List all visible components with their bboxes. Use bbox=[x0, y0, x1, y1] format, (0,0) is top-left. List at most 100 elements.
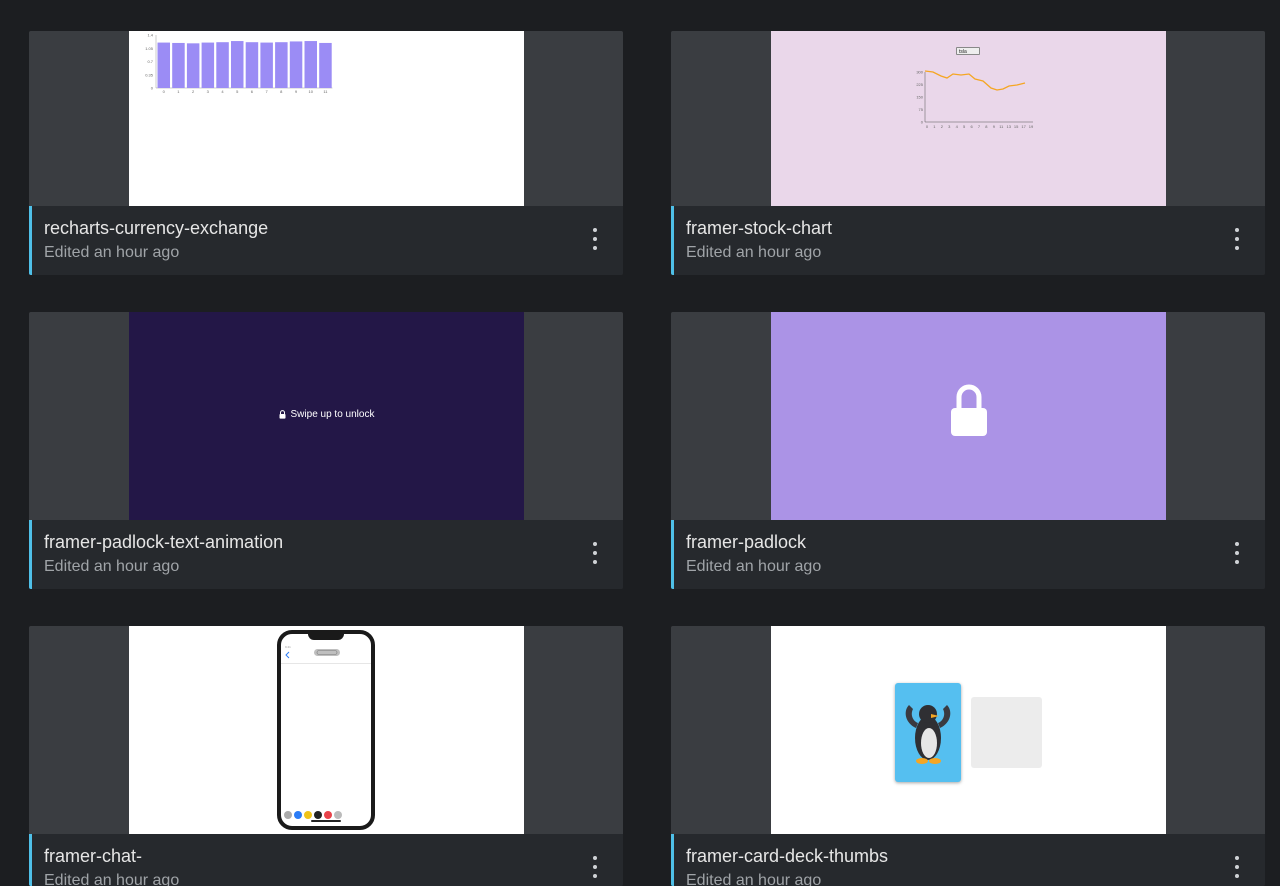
project-card[interactable]: framer-padlock Edited an hour ago bbox=[671, 312, 1265, 589]
x-tick-label: 2 bbox=[192, 89, 195, 94]
y-tick-label: 0 bbox=[921, 120, 924, 125]
swipe-text: Swipe up to unlock bbox=[290, 409, 375, 420]
selection-accent bbox=[671, 834, 674, 886]
x-tick-label: 7 bbox=[978, 124, 981, 129]
project-title[interactable]: recharts-currency-exchange bbox=[44, 218, 268, 239]
x-tick-label: 10 bbox=[308, 89, 313, 94]
project-footer[interactable]: recharts-currency-exchange Edited an hou… bbox=[29, 206, 623, 275]
lock-icon bbox=[279, 409, 286, 419]
y-tick-label: 1.4 bbox=[147, 33, 153, 38]
selection-accent bbox=[29, 834, 32, 886]
project-edited-time: Edited an hour ago bbox=[686, 558, 822, 575]
x-tick-label: 9 bbox=[295, 89, 298, 94]
project-card[interactable]: framer-card-deck-thumbs Edited an hour a… bbox=[671, 626, 1265, 886]
bar bbox=[201, 42, 215, 88]
project-title[interactable]: framer-padlock bbox=[686, 532, 806, 553]
penguin-illustration bbox=[905, 705, 951, 764]
project-thumbnail[interactable]: 9:41 bbox=[29, 626, 623, 834]
padlock-preview bbox=[771, 312, 1166, 520]
x-tick-label: 3 bbox=[207, 89, 210, 94]
more-vertical-icon[interactable] bbox=[585, 228, 605, 254]
card-deck-preview bbox=[771, 626, 1166, 834]
selection-accent bbox=[29, 520, 32, 589]
app-dock bbox=[284, 806, 368, 819]
x-tick-label: 4 bbox=[956, 124, 959, 129]
y-tick-label: 75 bbox=[919, 107, 924, 112]
price-line bbox=[924, 70, 1026, 91]
project-edited-time: Edited an hour ago bbox=[44, 558, 180, 575]
lock-icon bbox=[951, 384, 987, 436]
project-footer[interactable]: framer-padlock-text-animation Edited an … bbox=[29, 520, 623, 589]
project-card[interactable]: 1.4 1.05 0.7 0.35 0 0 1 2 3 4 5 6 7 8 9 10 11 recharts-c… bbox=[29, 31, 623, 275]
x-tick-label: 2 bbox=[941, 124, 944, 129]
x-tick-label: 6 bbox=[970, 124, 973, 129]
bar bbox=[172, 42, 185, 88]
more-vertical-icon[interactable] bbox=[585, 542, 605, 568]
project-title[interactable]: framer-stock-chart bbox=[686, 218, 832, 239]
project-footer[interactable]: framer-card-deck-thumbs Edited an hour a… bbox=[671, 834, 1265, 886]
stock-select[interactable]: tsla bbox=[956, 47, 980, 55]
project-card[interactable]: 9:41 framer-chat- Edited an hour ago bbox=[29, 626, 623, 886]
project-thumbnail[interactable] bbox=[671, 312, 1265, 520]
bar bbox=[275, 42, 288, 88]
svg-text:9:41: 9:41 bbox=[285, 645, 291, 649]
x-tick-label: 3 bbox=[948, 124, 951, 129]
project-title[interactable]: framer-padlock-text-animation bbox=[44, 532, 283, 553]
x-tick-label: 13 bbox=[1006, 124, 1011, 129]
swipe-hint: Swipe up to unlock bbox=[129, 409, 524, 420]
project-footer[interactable]: framer-stock-chart Edited an hour ago bbox=[671, 206, 1265, 275]
selection-accent bbox=[671, 520, 674, 589]
x-tick-label: 11 bbox=[999, 124, 1004, 129]
x-tick-label: 11 bbox=[323, 89, 328, 94]
x-tick-label: 4 bbox=[221, 89, 224, 94]
more-vertical-icon[interactable] bbox=[1227, 856, 1247, 882]
bar bbox=[260, 42, 273, 88]
x-tick-label: 6 bbox=[251, 89, 254, 94]
bar bbox=[289, 41, 303, 88]
project-footer[interactable]: framer-chat- Edited an hour ago bbox=[29, 834, 623, 886]
x-tick-label: 1 bbox=[177, 89, 180, 94]
more-vertical-icon[interactable] bbox=[1227, 542, 1247, 568]
x-tick-label: 1 bbox=[933, 124, 936, 129]
deck-placeholder bbox=[971, 697, 1042, 768]
x-tick-label: 0 bbox=[926, 124, 929, 129]
project-title[interactable]: framer-card-deck-thumbs bbox=[686, 846, 888, 867]
x-tick-label: 9 bbox=[993, 124, 996, 129]
x-tick-label: 8 bbox=[985, 124, 988, 129]
project-footer[interactable]: framer-padlock Edited an hour ago bbox=[671, 520, 1265, 589]
bar bbox=[231, 41, 244, 88]
x-tick-label: 17 bbox=[1021, 124, 1026, 129]
bar bbox=[319, 42, 332, 88]
selection-accent bbox=[671, 206, 674, 275]
bar bbox=[245, 42, 259, 88]
project-thumbnail[interactable]: Swipe up to unlock bbox=[29, 312, 623, 520]
project-thumbnail[interactable] bbox=[671, 626, 1265, 834]
bar bbox=[157, 42, 170, 88]
chat-header: 9:41 bbox=[281, 641, 371, 664]
line-chart: 3002251507500 1 2 3 4 5 6 7 8 9 11 13 15 17 19 bbox=[916, 70, 1034, 130]
phone-preview: 9:41 bbox=[129, 626, 524, 834]
bar bbox=[304, 41, 317, 88]
bar-chart-preview: 1.4 1.05 0.7 0.35 0 0 1 2 3 4 5 6 7 8 9 10 11 bbox=[129, 31, 524, 206]
x-tick-label: 0 bbox=[163, 89, 166, 94]
stock-chart-preview: tsla 300 225 150 75 0 0 1 2 3 4 5 6 7 8 9 11 13 15 17 19 bbox=[771, 31, 1166, 206]
y-tick-label: 300 bbox=[916, 70, 923, 75]
home-indicator bbox=[311, 820, 341, 822]
y-tick-label: 1.05 bbox=[145, 46, 154, 51]
more-vertical-icon[interactable] bbox=[585, 856, 605, 882]
project-thumbnail[interactable]: tsla 300 225 150 75 0 0 1 2 3 4 5 6 7 8 9 11 13 15 17 19 bbox=[671, 31, 1265, 206]
x-tick-label: 7 bbox=[265, 89, 268, 94]
more-vertical-icon[interactable] bbox=[1227, 228, 1247, 254]
contact-avatar: 9:41 bbox=[285, 645, 340, 659]
y-tick-label: 150 bbox=[916, 95, 923, 100]
bar-chart: 1.4 1.05 0.7 0.35 0 0 1 2 3 4 5 6 7 8 9 10 11 bbox=[145, 33, 333, 94]
deck-card bbox=[895, 683, 961, 782]
x-tick-label: 8 bbox=[280, 89, 283, 94]
phone-notch bbox=[308, 633, 344, 640]
project-card[interactable]: Swipe up to unlock framer-padlock-text-a… bbox=[29, 312, 623, 589]
project-thumbnail[interactable]: 1.4 1.05 0.7 0.35 0 0 1 2 3 4 5 6 7 8 9 10 11 bbox=[29, 31, 623, 206]
project-title[interactable]: framer-chat- bbox=[44, 846, 142, 867]
project-edited-time: Edited an hour ago bbox=[686, 244, 822, 261]
project-card[interactable]: tsla 300 225 150 75 0 0 1 2 3 4 5 6 7 8 9 11 13 15 17 19 fr… bbox=[671, 31, 1265, 275]
project-edited-time: Edited an hour ago bbox=[44, 244, 180, 261]
